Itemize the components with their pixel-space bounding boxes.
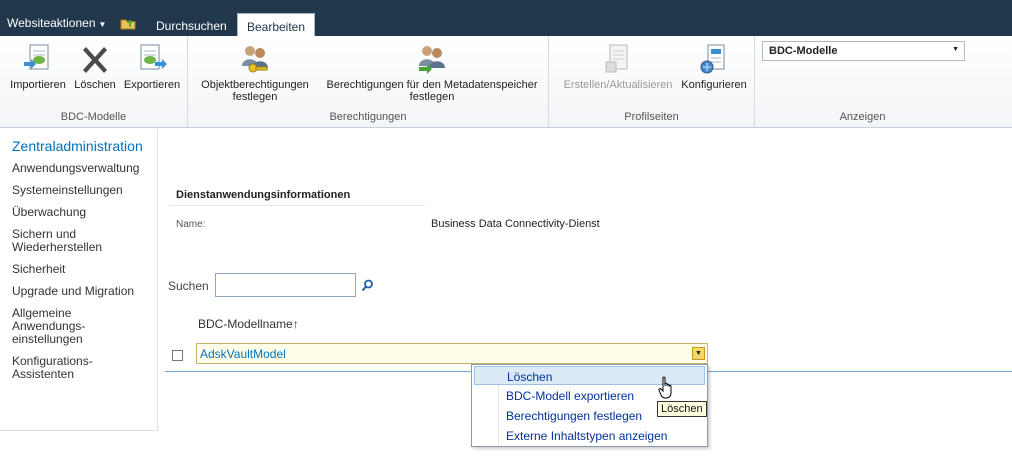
name-label: Name:: [176, 219, 206, 230]
ribbon-group-profile-pages: Erstellen/Aktualisieren Konfigurieren Pr…: [549, 36, 755, 127]
view-select-value: BDC-Modelle: [769, 45, 838, 57]
nav-central-admin[interactable]: Zentraladministration: [12, 138, 143, 154]
bdc-model-link[interactable]: AdskVaultModel: [200, 347, 286, 361]
configure-icon: [700, 44, 725, 74]
export-button[interactable]: Exportieren: [120, 42, 184, 91]
tooltip: Löschen: [657, 401, 707, 417]
export-icon: [140, 44, 167, 70]
sort-ascending-icon: ↑: [292, 317, 299, 331]
create-update-icon: [605, 44, 628, 73]
nav-item-label: Überwachung: [12, 205, 87, 219]
delete-label: Löschen: [74, 79, 116, 91]
nav-item-label: Konfigurations-: [12, 354, 93, 368]
chevron-down-icon: ▼: [952, 46, 959, 53]
page: Websiteaktionen ▼ Durchsuchen Bearbeiten …: [0, 0, 1012, 467]
nav-item-label: Sichern und: [12, 227, 77, 241]
nav-item-label: einstellungen: [12, 332, 83, 346]
delete-button[interactable]: Löschen: [73, 42, 117, 91]
menu-item-view-external-content-types[interactable]: Externe Inhaltstypen anzeigen: [474, 426, 705, 445]
set-object-permissions-line2: festlegen: [232, 91, 278, 103]
nav-item-application-management[interactable]: Anwendungsverwaltung: [12, 162, 152, 175]
ribbon-group-permissions: Objektberechtigungen festlegen Berechtig…: [188, 36, 549, 127]
nav-item-label: Sicherheit: [12, 262, 66, 276]
configure-button[interactable]: Konfigurieren: [677, 42, 751, 91]
nav-item-security[interactable]: Sicherheit: [12, 263, 152, 276]
nav-item-label: Anwendungs-: [12, 319, 86, 333]
nav-item-label: Assistenten: [12, 367, 75, 381]
column-header-label: BDC-Modellname: [198, 317, 293, 331]
search-label: Suchen: [168, 279, 209, 293]
nav-item-general-app-settings[interactable]: Allgemeine Anwendungs- einstellungen: [12, 307, 152, 346]
site-actions-menu[interactable]: Websiteaktionen ▼: [7, 16, 106, 30]
nav-item-configuration-wizards[interactable]: Konfigurations- Assistenten: [12, 355, 152, 381]
section-title: Dienstanwendungsinformationen: [176, 189, 351, 201]
delete-icon: [83, 47, 107, 73]
nav-item-system-settings[interactable]: Systemeinstellungen: [12, 184, 152, 197]
chevron-down-icon[interactable]: ▼: [692, 347, 705, 360]
export-label: Exportieren: [123, 79, 181, 91]
tab-edit[interactable]: Bearbeiten: [237, 13, 315, 36]
nav-item-label: Systemeinstellungen: [12, 183, 123, 197]
nav-item-label: Anwendungsverwaltung: [12, 161, 140, 175]
tab-browse[interactable]: Durchsuchen: [156, 13, 227, 36]
ribbon-group-bdc-models: Importieren Löschen Exportieren BDC-Mode…: [0, 36, 188, 127]
group-label-bdc-models: BDC-Modelle: [60, 111, 127, 123]
metadata-store-permissions-button[interactable]: Berechtigungen für den Metadatenspeicher…: [317, 42, 547, 103]
metadata-store-permissions-line2: festlegen: [409, 91, 455, 103]
group-label-permissions: Berechtigungen: [329, 111, 407, 123]
set-object-permissions-button[interactable]: Objektberechtigungen festlegen: [192, 42, 318, 103]
row-checkbox[interactable]: [172, 350, 183, 361]
top-bar: Websiteaktionen ▼ Durchsuchen Bearbeiten: [0, 0, 1012, 36]
set-object-permissions-line1: Objektberechtigungen: [201, 79, 309, 91]
group-label-view: Anzeigen: [839, 111, 886, 123]
nav-item-upgrade-migration[interactable]: Upgrade und Migration: [12, 285, 152, 298]
site-actions-label: Websiteaktionen: [7, 16, 96, 30]
table-row: AdskVaultModel ▼: [196, 343, 708, 364]
import-icon: [24, 44, 49, 70]
create-update-button[interactable]: Erstellen/Aktualisieren: [555, 42, 681, 91]
configure-label: Konfigurieren: [681, 79, 747, 91]
nav-item-label: Allgemeine: [12, 306, 72, 320]
nav-item-label: Upgrade und Migration: [12, 284, 135, 298]
group-label-profile-pages: Profilseiten: [624, 111, 679, 123]
create-update-label: Erstellen/Aktualisieren: [563, 79, 673, 91]
hand-cursor-icon: [658, 376, 672, 399]
search-icon[interactable]: [361, 279, 374, 292]
import-button[interactable]: Importieren: [7, 42, 69, 91]
column-header-bdc-model-name[interactable]: BDC-Modellname↑: [198, 317, 299, 331]
left-navigation: Zentraladministration Anwendungsverwaltu…: [0, 129, 158, 431]
navigate-up-folder-icon[interactable]: [120, 17, 136, 30]
object-permissions-icon: [242, 46, 268, 73]
search-input[interactable]: [215, 273, 356, 297]
metadata-permissions-icon: [419, 46, 445, 74]
metadata-store-permissions-line1: Berechtigungen für den Metadatenspeicher: [326, 79, 538, 91]
name-value: Business Data Connectivity-Dienst: [431, 218, 600, 230]
view-select[interactable]: BDC-Modelle ▼: [762, 41, 965, 61]
nav-item-monitoring[interactable]: Überwachung: [12, 206, 152, 219]
chevron-down-icon: ▼: [98, 20, 107, 29]
divider: [170, 205, 425, 206]
import-label: Importieren: [10, 79, 66, 91]
nav-item-label: Wiederherstellen: [12, 240, 103, 254]
nav-item-backup-restore[interactable]: Sichern und Wiederherstellen: [12, 228, 152, 254]
ribbon: Importieren Löschen Exportieren BDC-Mode…: [0, 36, 1012, 128]
